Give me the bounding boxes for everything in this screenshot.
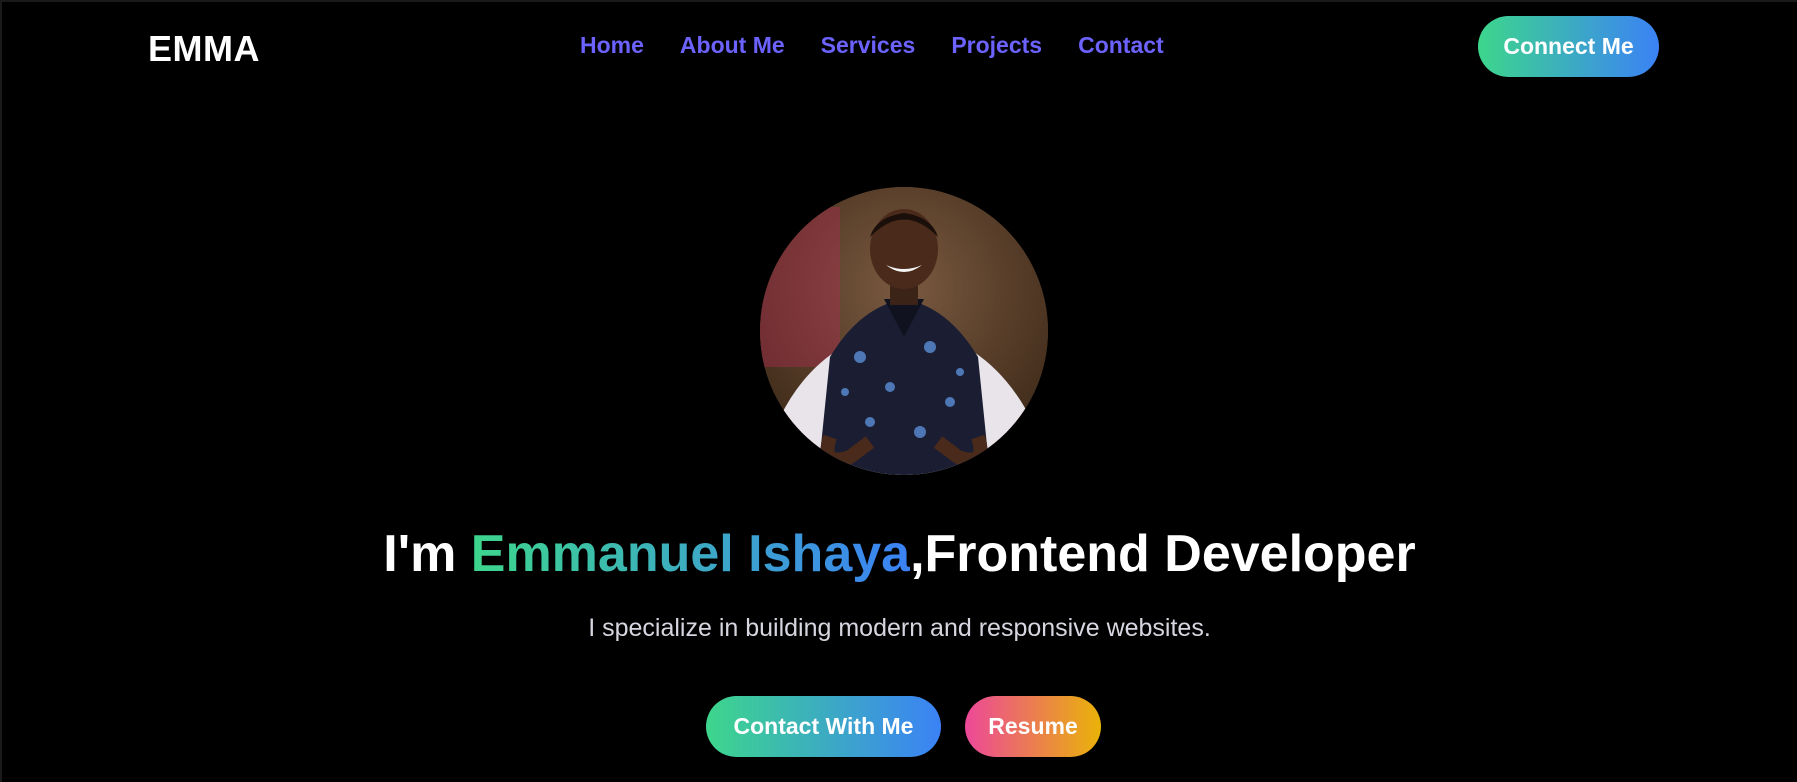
page: EMMA Home About Me Services Projects Con… <box>0 0 1797 782</box>
contact-with-me-button[interactable]: Contact With Me <box>706 696 941 757</box>
headline-prefix: I'm <box>383 525 471 583</box>
nav-link-about[interactable]: About Me <box>680 32 785 59</box>
nav-links: Home About Me Services Projects Contact <box>580 32 1164 59</box>
headline-suffix: ,Frontend Developer <box>910 525 1416 583</box>
nav-link-services[interactable]: Services <box>821 32 916 59</box>
resume-button[interactable]: Resume <box>965 696 1101 757</box>
nav-link-home[interactable]: Home <box>580 32 644 59</box>
connect-me-button[interactable]: Connect Me <box>1478 16 1659 77</box>
profile-photo <box>760 187 1048 475</box>
hero-buttons: Contact With Me Resume <box>706 696 1101 757</box>
headline-name: Emmanuel Ishaya <box>470 525 911 583</box>
logo[interactable]: EMMA <box>148 28 260 70</box>
nav-link-projects[interactable]: Projects <box>951 32 1042 59</box>
nav-link-contact[interactable]: Contact <box>1078 32 1164 59</box>
hero-headline: I'm Emmanuel Ishaya,Frontend Developer <box>2 524 1797 584</box>
profile-photo-illustration <box>760 187 1048 475</box>
navbar: EMMA Home About Me Services Projects Con… <box>2 2 1797 94</box>
hero-subtitle: I specialize in building modern and resp… <box>588 614 1211 642</box>
